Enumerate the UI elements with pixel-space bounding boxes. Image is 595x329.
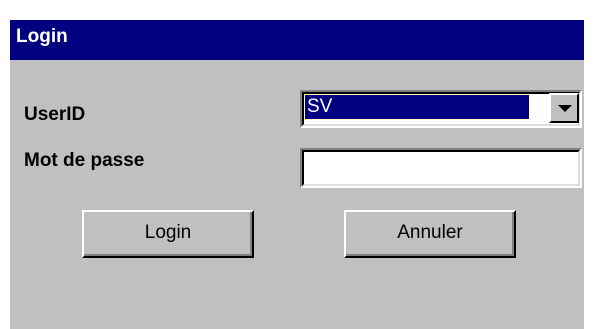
password-value [302,150,580,186]
window-title: Login [10,20,584,60]
login-dialog: Login UserID SV Mot de passe Login Annul… [10,20,584,329]
cancel-button[interactable]: Annuler [344,210,516,258]
password-field[interactable] [300,148,582,188]
userid-select[interactable]: SV [300,90,582,128]
chevron-down-icon [558,105,572,112]
userid-label: UserID [24,104,86,125]
userid-selected-value: SV [304,94,530,120]
password-label: Mot de passe [24,150,145,171]
userid-dropdown-button[interactable] [549,93,579,123]
login-button[interactable]: Login [82,210,254,258]
